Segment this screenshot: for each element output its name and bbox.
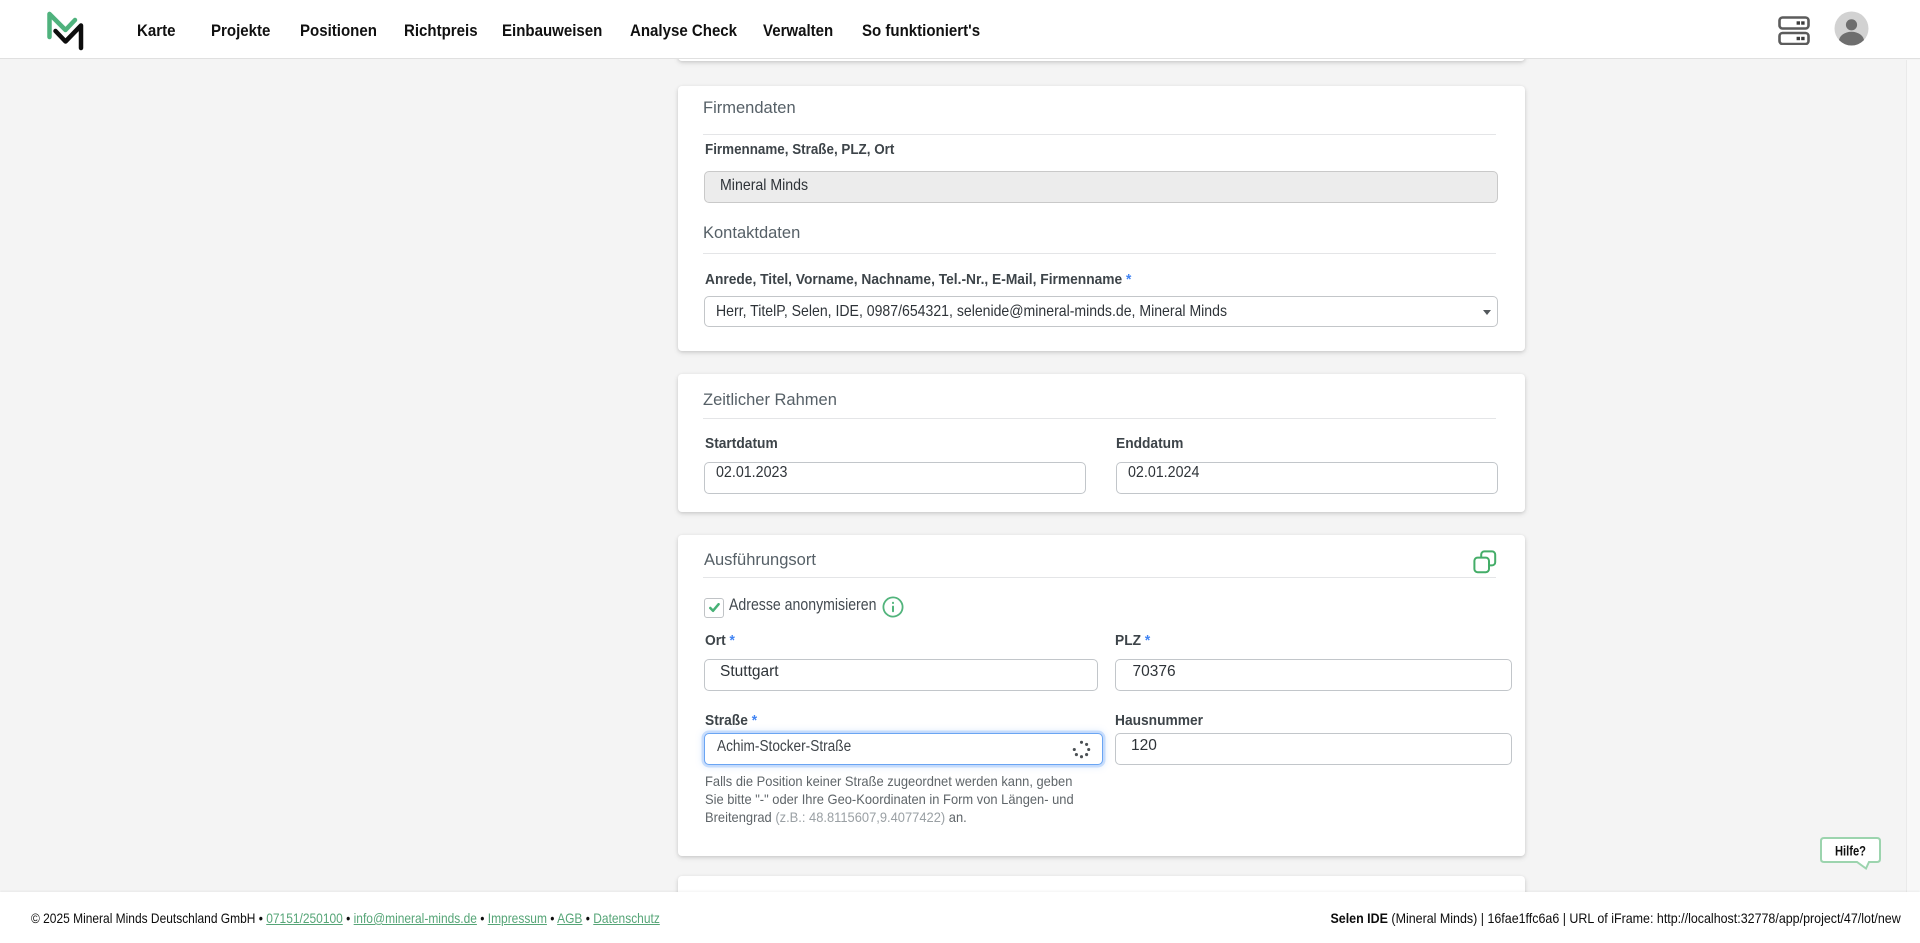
svg-text:Hilfe?: Hilfe? [1835,843,1866,859]
